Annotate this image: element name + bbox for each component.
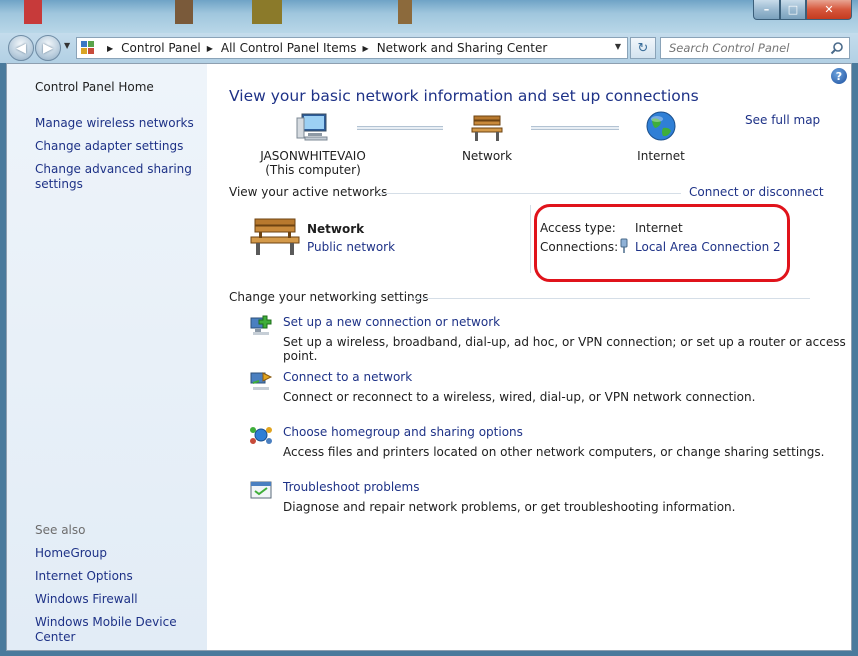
settings-heading: Change your networking settings [229, 290, 429, 304]
see-full-map-link[interactable]: See full map [745, 113, 820, 127]
navigation-bar: ◀ ▶ ▼ ▶ Control Panel ▶ All Control Pane… [0, 33, 858, 63]
refresh-button[interactable]: ↻ [630, 37, 656, 59]
connect-disconnect-link[interactable]: Connect or disconnect [689, 185, 824, 199]
search-icon[interactable] [830, 41, 844, 55]
setup-connection-desc: Set up a wireless, broadband, dial-up, a… [283, 335, 846, 363]
red-highlight-annotation [534, 204, 790, 282]
search-input[interactable] [669, 41, 829, 55]
window-controls: – □ ✕ [753, 0, 852, 20]
connect-to-network-desc: Connect or reconnect to a wireless, wire… [283, 390, 756, 404]
main-panel: ? View your basic network information an… [207, 64, 851, 650]
connection-line [531, 126, 619, 130]
background-decoration [175, 0, 193, 24]
active-network-name: Network [307, 222, 365, 236]
connection-line [357, 126, 443, 130]
internet-node-label: Internet [637, 149, 685, 163]
close-button[interactable]: ✕ [806, 0, 852, 20]
sidebar-advanced-sharing-cont[interactable]: settings [35, 177, 83, 192]
title-bar: – □ ✕ [0, 0, 858, 33]
new-connection-icon [250, 315, 272, 335]
address-bar[interactable]: ▶ Control Panel ▶ All Control Panel Item… [76, 37, 628, 59]
connect-to-network-link[interactable]: Connect to a network [283, 370, 412, 384]
back-button[interactable]: ◀ [8, 35, 34, 61]
computer-icon [296, 113, 328, 141]
breadcrumb-all-items[interactable]: All Control Panel Items [221, 41, 357, 55]
background-decoration [252, 0, 282, 24]
sidebar-adapter-settings[interactable]: Change adapter settings [35, 139, 183, 154]
address-dropdown-icon[interactable]: ▼ [615, 42, 621, 51]
breadcrumb-chevron-icon[interactable]: ▶ [107, 44, 113, 53]
homegroup-options-link[interactable]: Choose homegroup and sharing options [283, 425, 523, 439]
internet-globe-icon [646, 111, 676, 141]
see-also-internet-options[interactable]: Internet Options [35, 569, 133, 584]
see-also-homegroup[interactable]: HomeGroup [35, 546, 107, 561]
breadcrumb-network-center[interactable]: Network and Sharing Center [377, 41, 548, 55]
bench-network-icon [471, 115, 503, 141]
computer-node-label: JASONWHITEVAIO (This computer) [255, 149, 371, 177]
troubleshoot-icon [250, 481, 272, 499]
sidebar-home-link[interactable]: Control Panel Home [35, 80, 154, 95]
active-networks-heading: View your active networks [229, 185, 388, 199]
sidebar: Control Panel Home Manage wireless netwo… [7, 64, 207, 650]
window-content: Control Panel Home Manage wireless netwo… [6, 63, 852, 651]
homegroup-options-desc: Access files and printers located on oth… [283, 445, 825, 459]
setup-connection-link[interactable]: Set up a new connection or network [283, 315, 500, 329]
computer-name: JASONWHITEVAIO [260, 149, 366, 163]
see-also-mobile-device[interactable]: Windows Mobile Device Center [35, 615, 207, 645]
forward-arrow-icon: ▶ [43, 40, 53, 56]
page-title: View your basic network information and … [229, 87, 699, 105]
search-box[interactable] [660, 37, 850, 59]
background-decoration [398, 0, 412, 24]
troubleshoot-link[interactable]: Troubleshoot problems [283, 480, 419, 494]
background-decoration [24, 0, 42, 24]
see-also-firewall[interactable]: Windows Firewall [35, 592, 138, 607]
network-node-label: Network [461, 149, 513, 163]
section-divider [377, 193, 681, 194]
vertical-divider [530, 205, 531, 273]
maximize-button[interactable]: □ [780, 0, 806, 20]
bench-network-icon [250, 218, 300, 255]
breadcrumb-chevron-icon[interactable]: ▶ [363, 44, 369, 53]
help-icon[interactable]: ? [831, 68, 847, 84]
section-divider [412, 298, 810, 299]
breadcrumb-chevron-icon[interactable]: ▶ [207, 44, 213, 53]
see-also-heading: See also [35, 523, 86, 537]
sidebar-advanced-sharing[interactable]: Change advanced sharing [35, 162, 192, 177]
forward-button[interactable]: ▶ [35, 35, 61, 61]
computer-subtitle: (This computer) [265, 163, 361, 177]
network-type-link[interactable]: Public network [307, 240, 395, 254]
homegroup-sharing-icon [250, 427, 272, 444]
back-arrow-icon: ◀ [16, 40, 26, 56]
refresh-icon: ↻ [637, 40, 649, 56]
recent-pages-dropdown[interactable]: ▼ [64, 41, 70, 50]
control-panel-icon [81, 41, 95, 55]
troubleshoot-desc: Diagnose and repair network problems, or… [283, 500, 736, 514]
sidebar-manage-wireless[interactable]: Manage wireless networks [35, 116, 194, 131]
minimize-button[interactable]: – [753, 0, 780, 20]
connect-network-icon [250, 372, 273, 390]
breadcrumb-control-panel[interactable]: Control Panel [121, 41, 201, 55]
